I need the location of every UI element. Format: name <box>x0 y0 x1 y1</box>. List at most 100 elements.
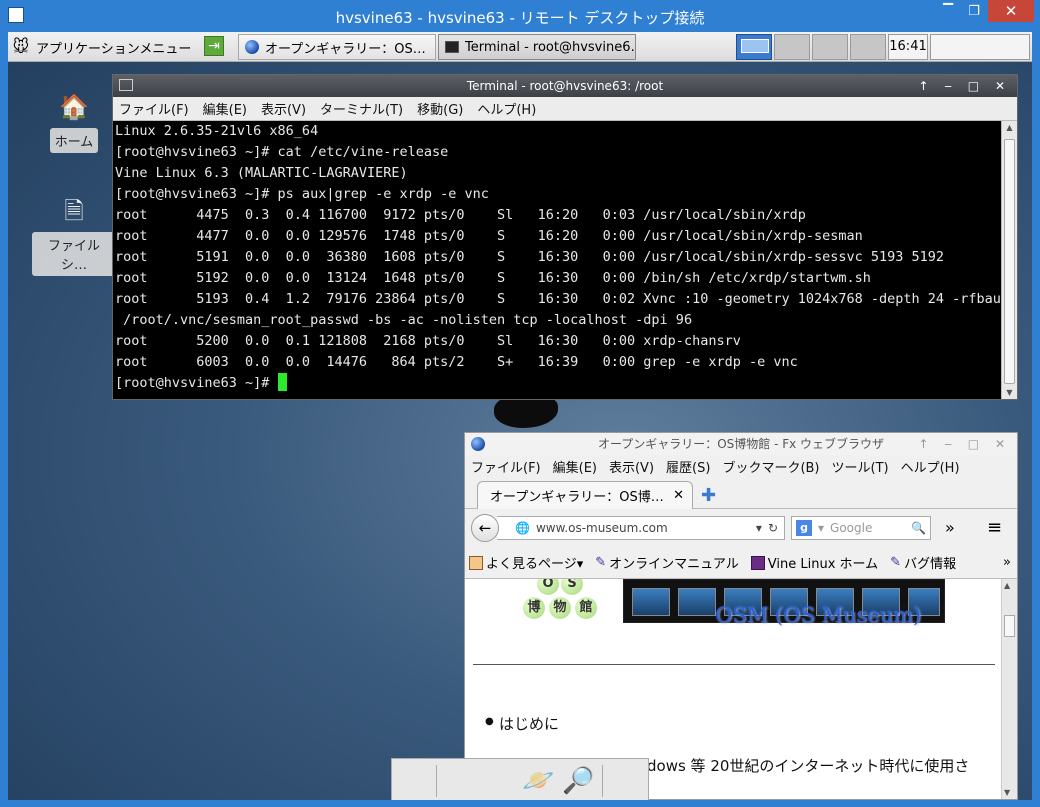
new-tab-icon[interactable]: ✚ <box>701 485 716 506</box>
page-heading: OSM (OS Museum) <box>715 603 922 627</box>
launcher-separator <box>602 765 603 797</box>
search-bar[interactable]: g ▾ Google 🔍 <box>791 516 931 540</box>
top-panel: 🐭 アプリケーションメニュー ⇥ オープンギャラリー：OS… Terminal … <box>8 32 1032 62</box>
menu-history[interactable]: 履歴(S) <box>666 457 710 476</box>
tab-close-icon[interactable]: ✕ <box>673 488 684 503</box>
url-bar[interactable]: 🌐 www.os-museum.com ▾ ↻ <box>497 516 785 540</box>
taskbar-item-terminal[interactable]: Terminal - root@hvsvine6… <box>438 34 636 60</box>
menu-file[interactable]: ファイル(F) <box>471 457 541 476</box>
terminal-menubar: ファイル(F) 編集(E) 表示(V) ターミナル(T) 移動(G) ヘルプ(H… <box>113 97 1017 121</box>
terminal-cursor <box>277 373 287 391</box>
page-scrollbar[interactable]: ▲ ▼ <box>1001 579 1017 799</box>
screenshot-thumb <box>678 588 716 616</box>
horizontal-rule <box>473 664 995 665</box>
terminal-window-buttons[interactable]: ↑ ‒ □ ✕ <box>918 75 1011 97</box>
browser-tab[interactable]: オープンギャラリー：OS博… ✕ <box>477 481 693 509</box>
menu-edit[interactable]: 編集(E) <box>553 457 597 476</box>
browser-tab-label: オープンギャラリー：OS博… <box>490 490 664 505</box>
page-scroll-thumb[interactable] <box>1004 615 1015 637</box>
bookmark-label: Vine Linux ホーム <box>767 557 879 572</box>
bookmark-bug-info[interactable]: ✎ バグ情報 <box>890 553 956 572</box>
bookmark-pen-icon: ✎ <box>890 555 902 570</box>
bookmark-online-manual[interactable]: ✎ オンラインマニュアル <box>595 553 739 572</box>
terminal-line: root 5191 0.0 0.0 36380 1608 pts/0 S 16:… <box>115 249 945 265</box>
terminal-prompt: [root@hvsvine63 ~]# <box>115 375 278 391</box>
system-tray <box>930 34 1030 60</box>
terminal-scrollbar[interactable]: ▲ ▼ <box>1001 121 1017 399</box>
rdp-close-button[interactable]: ✕ <box>988 0 1034 22</box>
browser-launcher-icon[interactable]: 🪐 <box>522 765 554 797</box>
scroll-up-arrow-icon[interactable]: ▲ <box>1004 581 1010 590</box>
menu-terminal[interactable]: ターミナル(T) <box>320 99 403 118</box>
search-engine-dropdown-icon[interactable]: ▾ <box>818 521 824 535</box>
menu-view[interactable]: 表示(V) <box>261 99 306 118</box>
launcher-separator <box>436 765 437 797</box>
terminal-line: /root/.vnc/sesman_root_passwd -bs -ac -n… <box>115 312 693 328</box>
terminal-line: root 4475 0.3 0.4 116700 9172 pts/0 Sl 1… <box>115 207 806 223</box>
workspace-2[interactable] <box>774 34 810 60</box>
scroll-up-arrow-icon[interactable]: ▲ <box>1004 123 1015 132</box>
os-logo-ball: 物 <box>549 597 571 619</box>
terminal-titlebar[interactable]: Terminal - root@hvsvine63: /root ↑ ‒ □ ✕ <box>113 75 1017 97</box>
bookmark-most-visited[interactable]: よく見るページ▾ <box>469 553 583 572</box>
url-text: www.os-museum.com <box>535 521 668 535</box>
logout-icon[interactable]: ⇥ <box>204 36 224 56</box>
site-identity-icon: 🌐 <box>515 521 530 535</box>
menu-bookmarks[interactable]: ブックマーク(B) <box>722 457 819 476</box>
browser-titlebar[interactable]: オープンギャラリー：OS博物館 - Fx ウェブブラウザ ↑ ‒ □ ✕ <box>465 433 1017 455</box>
scroll-down-arrow-icon[interactable]: ▼ <box>1004 788 1010 797</box>
scroll-down-arrow-icon[interactable]: ▼ <box>1004 388 1015 397</box>
bookmark-pen-icon: ✎ <box>595 555 607 570</box>
rdp-restore-button[interactable]: ❐ <box>960 2 988 22</box>
terminal-line: [root@hvsvine63 ~]# ps aux|grep -e xrdp … <box>115 186 489 202</box>
desktop-icon-home[interactable]: 🏠 ホーム <box>38 92 110 153</box>
terminal-line: Vine Linux 6.3 (MALARTIC-LAGRAVIERE) <box>115 165 408 181</box>
bottom-launcher: 🪐 🔎 <box>391 758 649 800</box>
panel-clock[interactable]: 16:41 <box>888 34 928 60</box>
filesystem-icon: 🗎 <box>64 197 84 225</box>
taskbar-item-browser[interactable]: オープンギャラリー：OS… <box>238 34 436 60</box>
terminal-line: root 6003 0.0 0.0 14476 864 pts/2 S+ 16:… <box>115 354 798 370</box>
bookmark-vine-linux-home[interactable]: Vine Linux ホーム <box>750 553 879 572</box>
bookmark-label: オンラインマニュアル <box>609 557 739 572</box>
menu-file[interactable]: ファイル(F) <box>119 99 189 118</box>
google-engine-icon[interactable]: g <box>796 520 812 536</box>
terminal-window: Terminal - root@hvsvine63: /root ↑ ‒ □ ✕… <box>112 74 1018 400</box>
workspace-3[interactable] <box>812 34 848 60</box>
browser-window-buttons[interactable]: ↑ ‒ □ ✕ <box>918 433 1011 455</box>
xfce-mouse-icon: 🐭 <box>12 37 30 56</box>
os-logo-ball: S <box>561 579 583 595</box>
most-visited-icon <box>469 555 483 570</box>
application-menu-label: アプリケーションメニュー <box>36 41 192 57</box>
overflow-chevron-icon[interactable]: » <box>945 518 955 537</box>
menu-edit[interactable]: 編集(E) <box>203 99 247 118</box>
menu-tools[interactable]: ツール(T) <box>832 457 889 476</box>
terminal-line: root 5193 0.4 1.2 79176 23864 pts/0 S 16… <box>115 291 1001 307</box>
terminal-screen[interactable]: Linux 2.6.35-21vl6 x86_64 [root@hvsvine63… <box>113 121 1001 399</box>
hamburger-menu-icon[interactable]: ≡ <box>987 517 1002 538</box>
reload-icon[interactable]: ↻ <box>768 521 778 535</box>
desktop-icon-label: ホーム <box>49 128 99 153</box>
bookmarks-toolbar: よく見るページ▾ ✎ オンラインマニュアル Vine Linux ホーム ✎ バグ情… <box>465 547 1017 579</box>
rdp-minimize-button[interactable]: ▔ <box>934 2 962 22</box>
url-dropdown-icon[interactable]: ▾ <box>756 521 762 535</box>
browser-title: オープンギャラリー：OS博物館 - Fx ウェブブラウザ <box>597 437 885 451</box>
application-menu-button[interactable]: 🐭 アプリケーションメニュー <box>10 35 192 59</box>
menu-go[interactable]: 移動(G) <box>417 99 463 118</box>
bookmarks-overflow-icon[interactable]: » <box>1003 555 1011 570</box>
search-launcher-icon[interactable]: 🔎 <box>562 765 594 797</box>
workspace-4[interactable] <box>850 34 886 60</box>
terminal-line: root 5192 0.0 0.0 13124 1648 pts/0 S 16:… <box>115 270 871 286</box>
menu-help[interactable]: ヘルプ(H) <box>901 457 960 476</box>
menu-view[interactable]: 表示(V) <box>609 457 654 476</box>
search-icon[interactable]: 🔍 <box>911 521 926 535</box>
menu-help[interactable]: ヘルプ(H) <box>477 99 536 118</box>
workspace-1[interactable] <box>736 34 772 60</box>
back-button[interactable]: ← <box>471 514 499 542</box>
terminal-scroll-thumb[interactable] <box>1004 139 1015 384</box>
terminal-line: [root@hvsvine63 ~]# cat /etc/vine-releas… <box>115 144 449 160</box>
os-logo-ball: 館 <box>575 597 597 619</box>
remote-desktop: 🐭 アプリケーションメニュー ⇥ オープンギャラリー：OS… Terminal … <box>8 32 1032 800</box>
desktop-icon-filesystem[interactable]: 🗎 ファイルシ… <box>32 196 116 276</box>
list-item[interactable]: はじめに <box>485 713 559 734</box>
